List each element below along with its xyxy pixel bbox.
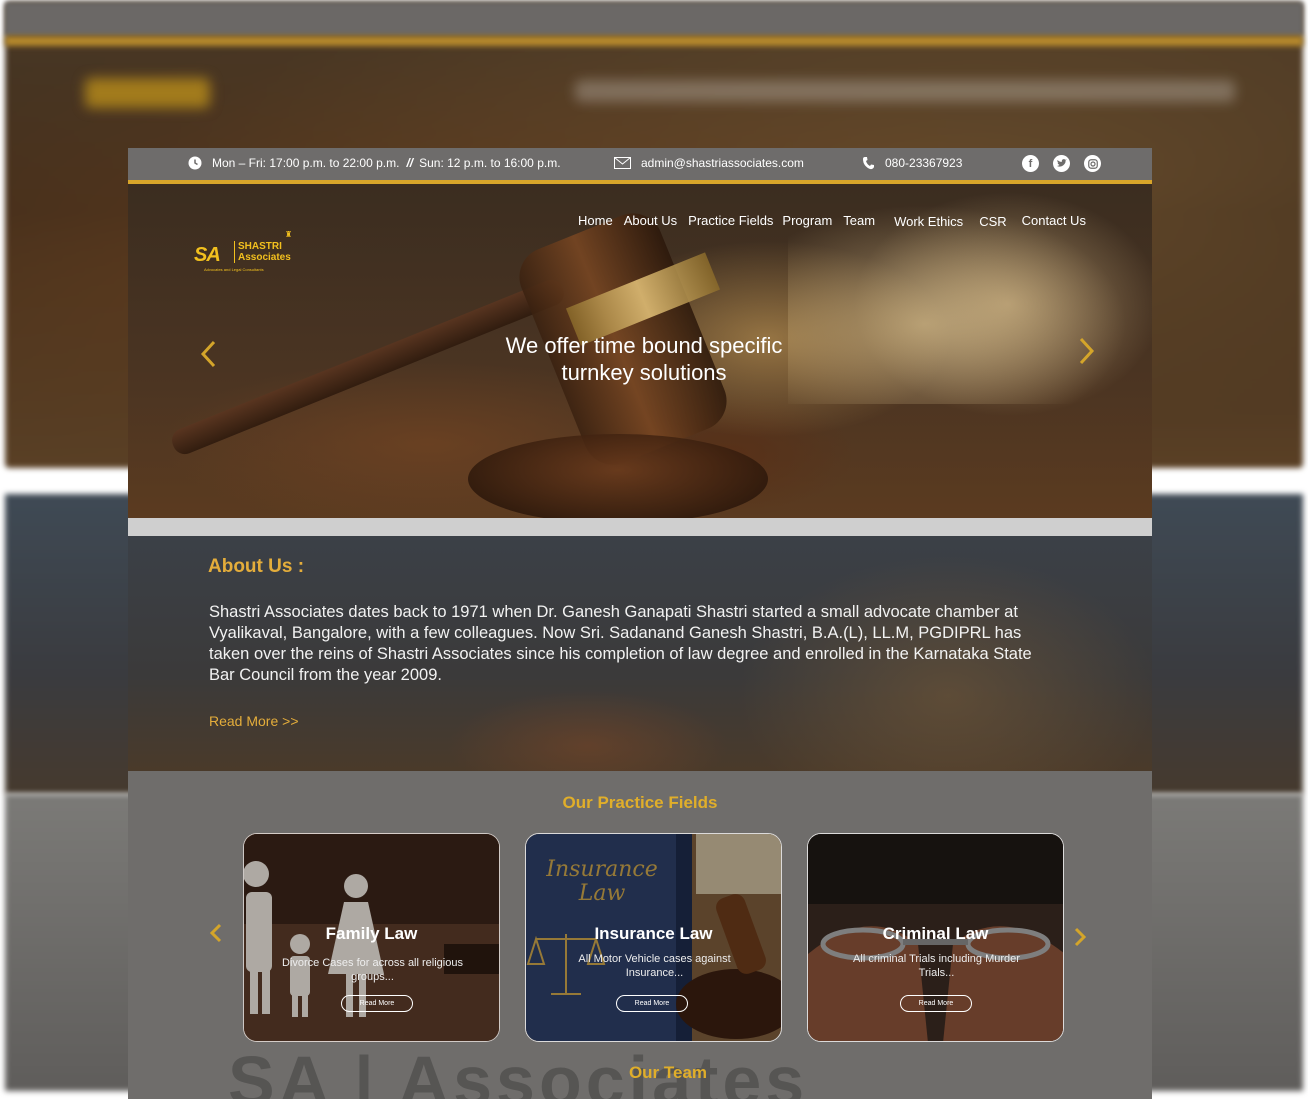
- backdrop-nav: [575, 80, 1235, 102]
- read-more-button[interactable]: Read More: [616, 995, 688, 1012]
- website-page: Mon – Fri: 17:00 p.m. to 22:00 p.m. // S…: [128, 148, 1152, 1099]
- about-text: Shastri Associates dates back to 1971 wh…: [209, 603, 1032, 684]
- read-more-button[interactable]: Read More: [900, 995, 972, 1012]
- practice-card-family-law[interactable]: Family Law Divorce Cases for across all …: [243, 833, 500, 1042]
- nav-team[interactable]: Team: [843, 213, 875, 229]
- nav-work-ethics[interactable]: Work Ethics: [894, 214, 963, 229]
- logo-tagline: Advocates and Legal Consultants: [204, 267, 264, 272]
- team-title: Our Team: [628, 1063, 708, 1082]
- section-divider: [128, 518, 1152, 536]
- twitter-icon[interactable]: [1053, 155, 1070, 172]
- nav-csr[interactable]: CSR: [979, 214, 1006, 229]
- hero-headline-line1: We offer time bound specific: [505, 333, 783, 358]
- card-title: Criminal Law: [882, 924, 989, 943]
- card-description: Divorce Cases for across all religious g…: [282, 957, 463, 983]
- card-title: Family Law: [325, 924, 418, 943]
- hero-next-button[interactable]: [1079, 337, 1095, 371]
- hero-headline-line2: turnkey solutions: [561, 360, 727, 385]
- hours-separator: //: [406, 156, 414, 170]
- card-description: All criminal Trials including Murder Tri…: [853, 953, 1020, 979]
- practice-section: SA | Associates Our Practice Fields Fami…: [128, 771, 1152, 1099]
- logo-initials: SA: [194, 244, 221, 266]
- about-title: About Us :: [208, 556, 305, 577]
- phone-icon: [861, 156, 875, 170]
- facebook-icon[interactable]: f: [1022, 155, 1039, 172]
- main-nav: Home About Us Practice Fields Program Te…: [578, 213, 1086, 229]
- site-logo[interactable]: ♜ SA SHASTRI Associates Advocates and Le…: [194, 230, 294, 278]
- hero-sound-block: [468, 434, 768, 524]
- chevron-right-icon: [1079, 337, 1095, 365]
- sunday-hours: Sun: 12 p.m. to 16:00 p.m.: [419, 156, 561, 170]
- hero-section: ♜ SA SHASTRI Associates Advocates and Le…: [128, 184, 1152, 524]
- top-info-bar: Mon – Fri: 17:00 p.m. to 22:00 p.m. // S…: [128, 148, 1152, 180]
- chevron-right-icon: [1074, 927, 1087, 947]
- email-link[interactable]: admin@shastriassociates.com: [641, 156, 804, 170]
- nav-practice-fields[interactable]: Practice Fields: [688, 213, 773, 229]
- logo-name-line1: SHASTRI: [238, 241, 282, 252]
- phone-number[interactable]: 080-23367923: [885, 156, 962, 170]
- practice-title: Our Practice Fields: [562, 793, 718, 812]
- card-description: All Motor Vehicle cases against Insuranc…: [578, 953, 731, 979]
- practice-card-insurance-law[interactable]: Insurance Law Insurance Law All Motor Ve…: [525, 833, 782, 1042]
- logo-name-line2: Associates: [238, 252, 291, 263]
- hours-info: Mon – Fri: 17:00 p.m. to 22:00 p.m. // S…: [188, 156, 561, 170]
- chevron-left-icon: [200, 340, 216, 368]
- read-more-button[interactable]: Read More: [341, 995, 413, 1012]
- practice-prev-button[interactable]: [209, 919, 222, 949]
- social-links: f: [1022, 155, 1101, 172]
- phone-info[interactable]: 080-23367923: [861, 156, 962, 170]
- nav-program[interactable]: Program: [782, 213, 832, 229]
- backdrop-stripe: [5, 36, 1303, 46]
- backdrop-logo: [85, 78, 210, 108]
- nav-contact-us[interactable]: Contact Us: [1022, 213, 1086, 229]
- nav-home[interactable]: Home: [578, 213, 613, 229]
- nav-about-us[interactable]: About Us: [624, 213, 677, 229]
- about-read-more-link[interactable]: Read More >>: [209, 713, 299, 729]
- hero-headline: We offer time bound specific turnkey sol…: [428, 332, 860, 386]
- mail-icon: [614, 156, 631, 170]
- about-section: About Us : Shastri Associates dates back…: [128, 536, 1152, 771]
- logo-scale-icon: ♜: [285, 230, 293, 239]
- practice-card-criminal-law[interactable]: Criminal Law All criminal Trials includi…: [807, 833, 1064, 1042]
- chevron-left-icon: [209, 923, 222, 943]
- backdrop-topbar: [5, 2, 1303, 36]
- card-title: Insurance Law: [594, 924, 713, 943]
- email-info[interactable]: admin@shastriassociates.com: [614, 156, 804, 170]
- weekday-hours: Mon – Fri: 17:00 p.m. to 22:00 p.m.: [212, 156, 400, 170]
- instagram-icon[interactable]: [1084, 155, 1101, 172]
- hero-prev-button[interactable]: [200, 340, 216, 374]
- clock-icon: [188, 156, 202, 170]
- practice-next-button[interactable]: [1074, 923, 1087, 953]
- logo-name: SHASTRI Associates: [234, 241, 291, 263]
